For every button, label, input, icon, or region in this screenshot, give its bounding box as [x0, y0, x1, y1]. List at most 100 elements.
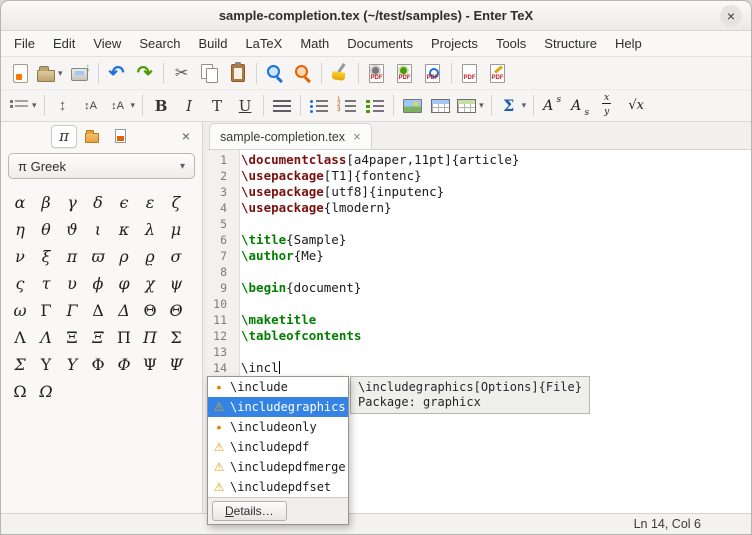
- subscript-button[interactable]: [566, 92, 594, 119]
- find-replace-button[interactable]: [289, 60, 317, 87]
- editor-line[interactable]: 2\usepackage[T1]{fontenc}: [207, 168, 751, 184]
- menu-search[interactable]: Search: [130, 33, 189, 54]
- menu-documents[interactable]: Documents: [338, 33, 422, 54]
- symbol-cell[interactable]: σ: [163, 243, 189, 270]
- symbol-cell[interactable]: φ: [111, 270, 137, 297]
- symbol-category-select[interactable]: π Greek ▾: [8, 153, 195, 179]
- menu-view[interactable]: View: [84, 33, 130, 54]
- menu-tools[interactable]: Tools: [487, 33, 535, 54]
- save-file-button[interactable]: [66, 60, 94, 87]
- symbol-cell[interactable]: τ: [33, 270, 59, 297]
- fraction-button[interactable]: [594, 92, 622, 119]
- symbol-cell[interactable]: ω: [7, 297, 33, 324]
- symbol-cell[interactable]: ψ: [163, 270, 189, 297]
- sidebar-tab-pdf[interactable]: [107, 125, 133, 148]
- editor-line[interactable]: 10: [207, 296, 751, 312]
- symbol-cell[interactable]: ξ: [33, 243, 59, 270]
- editor-line[interactable]: 7\author{Me}: [207, 248, 751, 264]
- symbol-cell[interactable]: η: [7, 216, 33, 243]
- menu-edit[interactable]: Edit: [44, 33, 84, 54]
- open-file-button[interactable]: ▾: [34, 60, 66, 87]
- completion-item[interactable]: •\include: [208, 377, 348, 397]
- symbol-cell[interactable]: ϕ: [85, 270, 111, 297]
- numbered-list-button[interactable]: [333, 92, 361, 119]
- symbol-cell[interactable]: Σ: [163, 324, 189, 351]
- view-log-button[interactable]: [419, 60, 447, 87]
- details-button[interactable]: Details…: [212, 501, 287, 521]
- symbol-cell[interactable]: ϵ: [111, 189, 137, 216]
- font-size-button[interactable]: ↕A▾: [105, 92, 139, 119]
- menu-help[interactable]: Help: [606, 33, 651, 54]
- symbol-cell[interactable]: υ: [59, 270, 85, 297]
- symbol-cell[interactable]: Λ: [7, 324, 33, 351]
- symbol-cell[interactable]: θ: [33, 216, 59, 243]
- editor-line[interactable]: 9\begin{document}: [207, 280, 751, 296]
- menu-latex[interactable]: LaTeX: [236, 33, 291, 54]
- symbol-cell[interactable]: χ: [137, 270, 163, 297]
- symbol-cell[interactable]: ν: [7, 243, 33, 270]
- completion-item[interactable]: ⚠\includepdf: [208, 437, 348, 457]
- editor-line[interactable]: 8: [207, 264, 751, 280]
- symbol-cell[interactable]: Θ: [163, 297, 189, 324]
- symbol-cell[interactable]: Π: [111, 324, 137, 351]
- window-close-button[interactable]: ×: [720, 5, 742, 27]
- clean-auxiliary-button[interactable]: [326, 60, 354, 87]
- editor-content[interactable]: 1\documentclass[a4paper,11pt]{article}2\…: [207, 150, 751, 513]
- redo-button[interactable]: ↷: [131, 60, 159, 87]
- menu-projects[interactable]: Projects: [422, 33, 487, 54]
- new-document-button[interactable]: [6, 60, 34, 87]
- italic-button[interactable]: I: [175, 92, 203, 119]
- editor-line[interactable]: 11\maketitle: [207, 312, 751, 328]
- sidebar-tab-symbols[interactable]: π: [51, 125, 77, 148]
- cut-button[interactable]: ✂: [168, 60, 196, 87]
- completion-item[interactable]: ⚠\includepdfmerge: [208, 457, 348, 477]
- symbol-cell[interactable]: λ: [137, 216, 163, 243]
- symbol-cell[interactable]: κ: [111, 216, 137, 243]
- insert-table-button[interactable]: [426, 92, 454, 119]
- bullet-list-button[interactable]: [305, 92, 333, 119]
- bold-button[interactable]: B: [147, 92, 175, 119]
- symbol-cell[interactable]: Υ: [59, 351, 85, 378]
- insert-image-button[interactable]: [398, 92, 426, 119]
- symbol-cell[interactable]: μ: [163, 216, 189, 243]
- symbol-cell[interactable]: ε: [137, 189, 163, 216]
- symbol-cell[interactable]: Λ: [33, 324, 59, 351]
- symbol-cell[interactable]: Θ: [137, 297, 163, 324]
- editor-line[interactable]: 13: [207, 344, 751, 360]
- line-spacing-button[interactable]: ↕: [49, 92, 77, 119]
- completion-item[interactable]: •\includeonly: [208, 417, 348, 437]
- symbol-cell[interactable]: ϱ: [137, 243, 163, 270]
- symbol-cell[interactable]: Ω: [7, 378, 33, 405]
- symbol-cell[interactable]: Δ: [111, 297, 137, 324]
- sidebar-close-button[interactable]: ×: [176, 126, 196, 146]
- paragraph-format-button[interactable]: ▾: [6, 92, 40, 119]
- symbol-cell[interactable]: Ψ: [137, 351, 163, 378]
- table-wizard-button[interactable]: ▾: [454, 92, 487, 119]
- symbol-cell[interactable]: β: [33, 189, 59, 216]
- symbol-cell[interactable]: ϑ: [59, 216, 85, 243]
- symbol-cell[interactable]: Ψ: [163, 351, 189, 378]
- copy-button[interactable]: [196, 60, 224, 87]
- description-list-button[interactable]: [361, 92, 389, 119]
- square-root-button[interactable]: √x: [622, 92, 650, 119]
- menu-build[interactable]: Build: [190, 33, 237, 54]
- menu-math[interactable]: Math: [291, 33, 338, 54]
- paste-button[interactable]: [224, 60, 252, 87]
- annotate-pdf-button[interactable]: [484, 60, 512, 87]
- symbol-cell[interactable]: π: [59, 243, 85, 270]
- editor-line[interactable]: 14\incl: [207, 360, 751, 376]
- symbol-cell[interactable]: Ω: [33, 378, 59, 405]
- editor-line[interactable]: 4\usepackage{lmodern}: [207, 200, 751, 216]
- editor-line[interactable]: 12\tableofcontents: [207, 328, 751, 344]
- completion-item[interactable]: ⚠\includepdfset: [208, 477, 348, 497]
- menu-file[interactable]: File: [5, 33, 44, 54]
- symbol-cell[interactable]: γ: [59, 189, 85, 216]
- symbol-cell[interactable]: ρ: [111, 243, 137, 270]
- completion-item[interactable]: ⚠\includegraphics: [208, 397, 348, 417]
- symbol-cell[interactable]: δ: [85, 189, 111, 216]
- superscript-button[interactable]: [538, 92, 566, 119]
- symbol-cell[interactable]: Γ: [33, 297, 59, 324]
- underline-button[interactable]: U: [231, 92, 259, 119]
- symbol-cell[interactable]: Ξ: [59, 324, 85, 351]
- typewriter-button[interactable]: T: [203, 92, 231, 119]
